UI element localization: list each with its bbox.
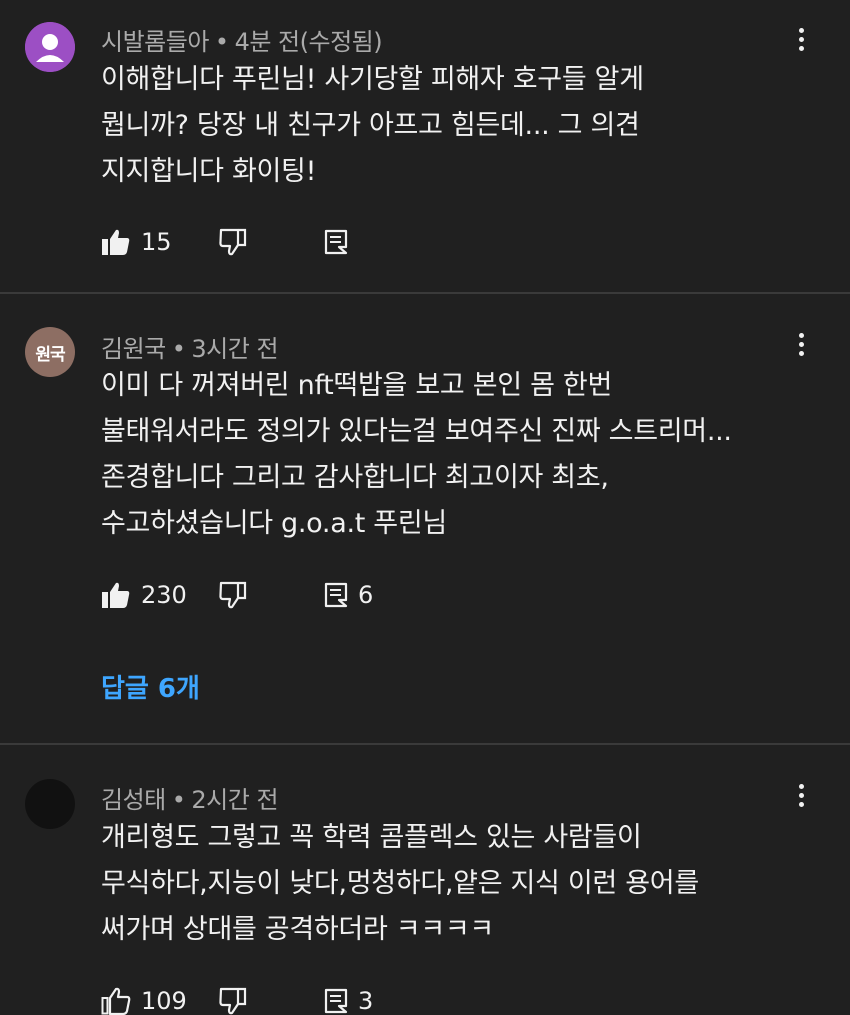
comment-actions: 109 3 <box>101 981 801 1015</box>
comment-author[interactable]: 김원국 <box>101 335 166 363</box>
comment-line: 이해합니다 푸린님! 사기당할 피해자 호구들 알게 <box>101 64 644 95</box>
comment-body: 개리형도 그렇고 꼭 학력 콤플렉스 있는 사람들이 무식하다,지능이 낮다,멍… <box>101 815 821 953</box>
comment-meta: 김원국 • 3시간 전 <box>101 329 279 364</box>
comment-actions: 15 <box>101 222 801 262</box>
like-count: 230 <box>141 581 187 609</box>
more-options-icon[interactable] <box>786 19 816 59</box>
dislike-button[interactable] <box>218 575 248 615</box>
comment-time: 2시간 전 <box>191 786 279 814</box>
comment-line: 이미 다 꺼져버린 nft떡밥을 보고 본인 몸 한번 <box>101 370 612 401</box>
like-count: 109 <box>141 987 187 1015</box>
reply-comment-icon <box>324 988 348 1014</box>
like-count: 15 <box>141 228 172 256</box>
reply-button[interactable]: 3 <box>324 981 373 1015</box>
meta-separator: • <box>214 28 229 56</box>
thumbs-up-icon <box>101 987 131 1015</box>
meta-separator: • <box>171 335 186 363</box>
comment-actions: 230 6 <box>101 575 801 615</box>
comment-author[interactable]: 김성태 <box>101 786 166 814</box>
thumbs-down-icon <box>219 581 247 609</box>
reply-count: 6 <box>358 581 374 609</box>
meta-separator: • <box>171 786 186 814</box>
like-button[interactable]: 230 <box>101 575 187 615</box>
avatar[interactable]: 원국 <box>25 327 75 377</box>
comment-line: 무식하다,지능이 낮다,멍청하다,얕은 지식 이런 용어를 <box>101 868 699 899</box>
comment-body: 이미 다 꺼져버린 nft떡밥을 보고 본인 몸 한번 불태워서라도 정의가 있… <box>101 363 821 547</box>
comment-1: 시발롬들아 • 4분 전(수정됨) 이해합니다 푸린님! 사기당할 피해자 호구들 … <box>0 0 850 292</box>
comment-time: 3시간 전 <box>191 335 279 363</box>
view-replies-link[interactable]: 답글 6개 <box>101 668 200 705</box>
reply-comment-icon <box>324 582 348 608</box>
reply-button[interactable] <box>324 222 348 262</box>
avatar[interactable] <box>25 22 75 72</box>
more-options-icon[interactable] <box>786 324 816 364</box>
like-button[interactable]: 15 <box>101 222 172 262</box>
comment-line: 존경합니다 그리고 감사합니다 최고이자 최초, <box>101 462 609 493</box>
reply-button[interactable]: 6 <box>324 575 373 615</box>
dislike-button[interactable] <box>218 981 248 1015</box>
comment-line: 지지합니다 화이팅! <box>101 156 317 187</box>
comment-line: 뭡니까? 당장 내 친구가 아프고 힘든데... 그 의견 <box>101 110 640 141</box>
like-button[interactable]: 109 <box>101 981 187 1015</box>
comment-line: 수고하셨습니다 g.o.a.t 푸린님 <box>101 508 447 539</box>
reply-count: 3 <box>358 987 374 1015</box>
comment-line: 써가며 상대를 공격하더라 ㅋㅋㅋㅋ <box>101 914 494 945</box>
thumbs-down-icon <box>219 987 247 1015</box>
comment-time: 4분 전(수정됨) <box>234 28 383 56</box>
comment-line: 불태워서라도 정의가 있다는걸 보여주신 진짜 스트리머... <box>101 416 732 447</box>
thumbs-up-icon <box>102 229 130 255</box>
comment-author[interactable]: 시발롬들아 <box>101 28 209 56</box>
comment-2: 원국 김원국 • 3시간 전 이미 다 꺼져버린 nft떡밥을 보고 본인 몸 한번… <box>0 294 850 743</box>
thumbs-up-icon <box>102 582 130 608</box>
more-options-icon[interactable] <box>786 775 816 815</box>
avatar[interactable] <box>25 779 75 829</box>
thumbs-down-icon <box>219 228 247 256</box>
comment-meta: 김성태 • 2시간 전 <box>101 780 279 815</box>
reply-comment-icon <box>324 229 348 255</box>
dislike-button[interactable] <box>218 222 248 262</box>
comment-line: 개리형도 그렇고 꼭 학력 콤플렉스 있는 사람들이 <box>101 822 642 853</box>
comment-meta: 시발롬들아 • 4분 전(수정됨) <box>101 22 383 57</box>
comment-3: 김성태 • 2시간 전 개리형도 그렇고 꼭 학력 콤플렉스 있는 사람들이 무식하… <box>0 745 850 1015</box>
avatar-initials: 원국 <box>35 344 65 365</box>
default-avatar-icon <box>25 22 75 72</box>
comment-body: 이해합니다 푸린님! 사기당할 피해자 호구들 알게 뭡니까? 당장 내 친구가… <box>101 57 821 195</box>
